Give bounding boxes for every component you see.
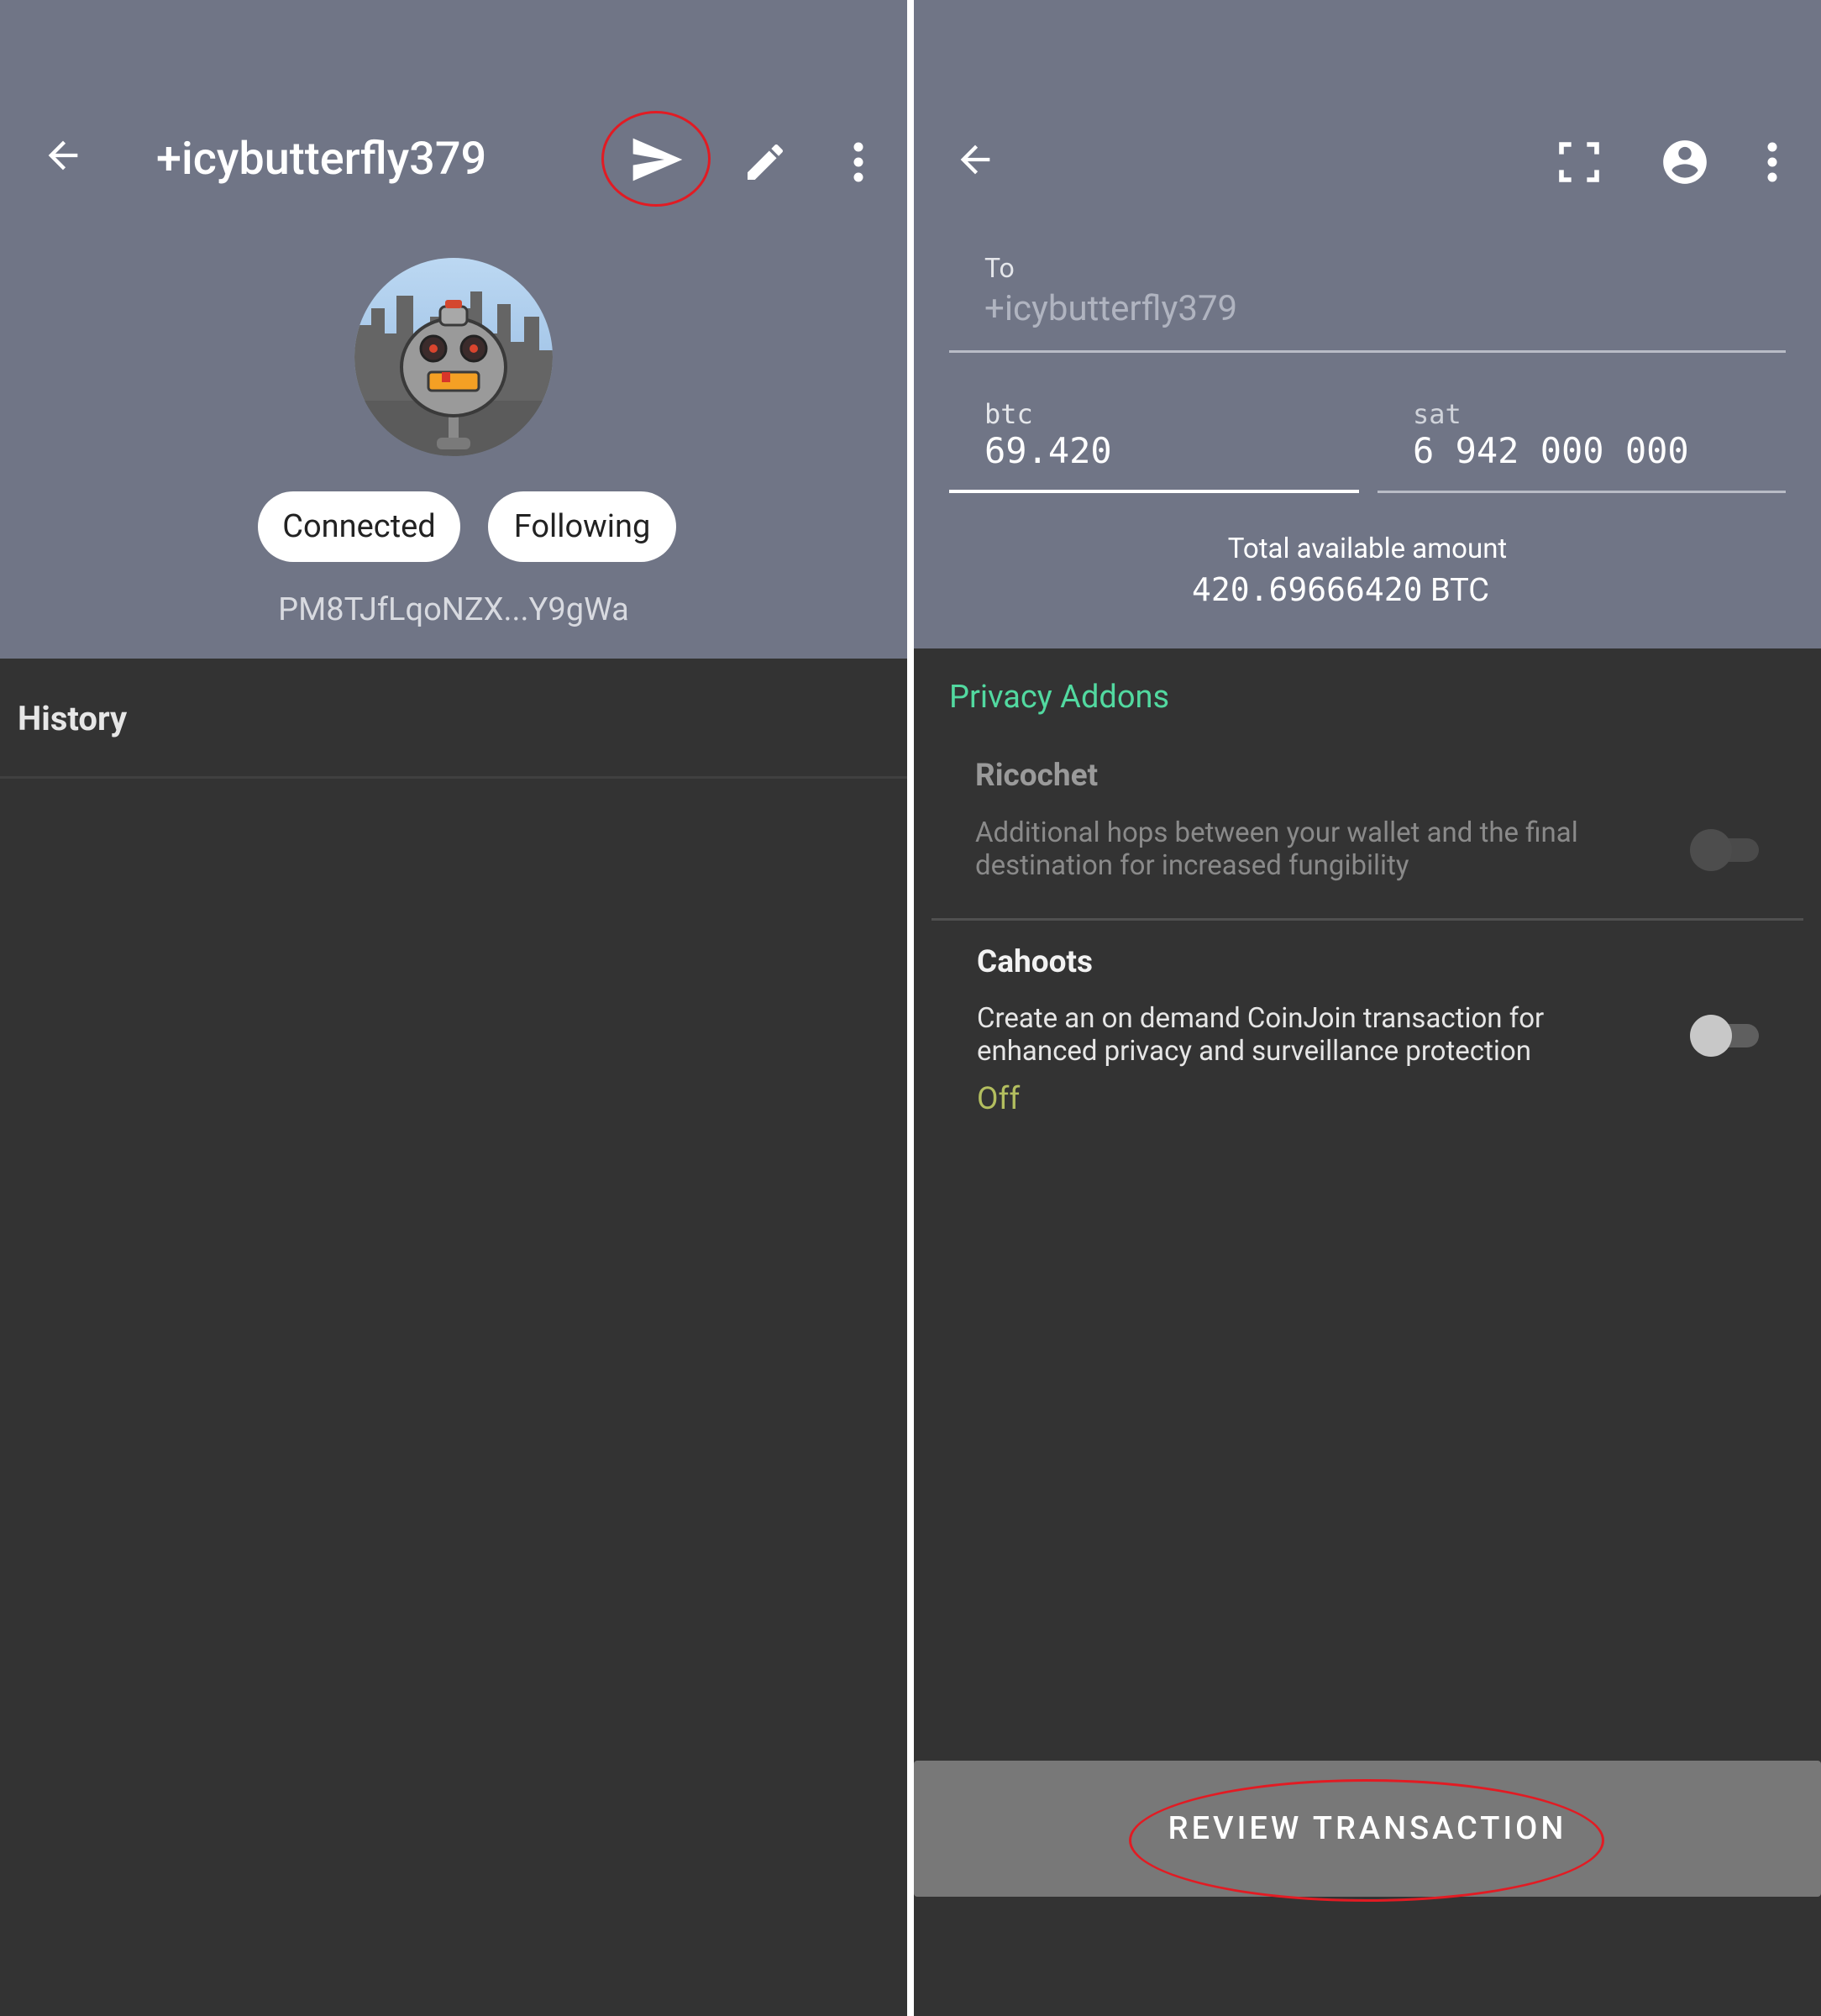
edit-pencil-icon[interactable] bbox=[736, 133, 795, 192]
privacy-addons-heading: Privacy Addons bbox=[949, 679, 1170, 716]
btc-amount-input[interactable]: 69.420 bbox=[984, 430, 1112, 471]
more-vert-icon[interactable] bbox=[1754, 133, 1791, 192]
sat-underline bbox=[1378, 491, 1786, 493]
btc-label: btc bbox=[984, 398, 1033, 430]
account-circle-icon[interactable] bbox=[1653, 130, 1717, 194]
divider bbox=[0, 776, 907, 779]
ricochet-title: Ricochet bbox=[975, 758, 1099, 794]
ricochet-toggle[interactable] bbox=[1688, 825, 1764, 875]
cahoots-description: Create an on demand CoinJoin transaction… bbox=[977, 1002, 1545, 1068]
ricochet-toggle-knob bbox=[1690, 829, 1732, 871]
history-heading: History bbox=[18, 699, 128, 738]
back-arrow-icon[interactable] bbox=[34, 126, 92, 185]
annotation-circle bbox=[601, 111, 711, 207]
paynym-code[interactable]: PM8TJfLqoNZX...Y9gWa bbox=[0, 591, 907, 628]
avatar bbox=[354, 258, 553, 456]
available-amount: 420.69666420 bbox=[1191, 571, 1423, 608]
send-header: To +icybutterfly379 btc 69.420 sat 6 942… bbox=[914, 0, 1821, 648]
cahoots-toggle[interactable] bbox=[1688, 1011, 1764, 1061]
cahoots-status: Off bbox=[977, 1081, 1021, 1117]
ricochet-description: Additional hops between your wallet and … bbox=[975, 816, 1578, 882]
btc-underline bbox=[949, 490, 1359, 493]
available-label: Total available amount bbox=[1227, 533, 1508, 565]
cahoots-toggle-knob bbox=[1690, 1015, 1732, 1057]
page-title: +icybutterfly379 bbox=[156, 133, 487, 186]
following-chip[interactable]: Following bbox=[488, 491, 676, 562]
back-arrow-icon[interactable] bbox=[946, 130, 1005, 189]
available-unit: BTC bbox=[1430, 572, 1490, 609]
panel-separator bbox=[907, 0, 914, 2016]
divider bbox=[931, 918, 1803, 921]
profile-header: +icybutterfly379 Connected Following PM8… bbox=[0, 0, 907, 659]
sat-amount-input[interactable]: 6 942 000 000 bbox=[1413, 430, 1689, 471]
to-underline bbox=[949, 350, 1786, 353]
to-label: To bbox=[984, 252, 1015, 284]
available-amount-row: 420.69666420 BTC bbox=[914, 571, 1767, 609]
to-input[interactable]: +icybutterfly379 bbox=[984, 288, 1237, 329]
connected-chip: Connected bbox=[258, 491, 460, 562]
scan-qr-icon[interactable] bbox=[1550, 133, 1608, 192]
cahoots-title: Cahoots bbox=[977, 944, 1094, 980]
sat-label: sat bbox=[1413, 398, 1462, 430]
send-screen: To +icybutterfly379 btc 69.420 sat 6 942… bbox=[914, 0, 1821, 2016]
annotation-ellipse bbox=[1129, 1779, 1604, 1902]
paynym-profile-screen: +icybutterfly379 Connected Following PM8… bbox=[0, 0, 907, 2016]
more-vert-icon[interactable] bbox=[840, 133, 877, 192]
